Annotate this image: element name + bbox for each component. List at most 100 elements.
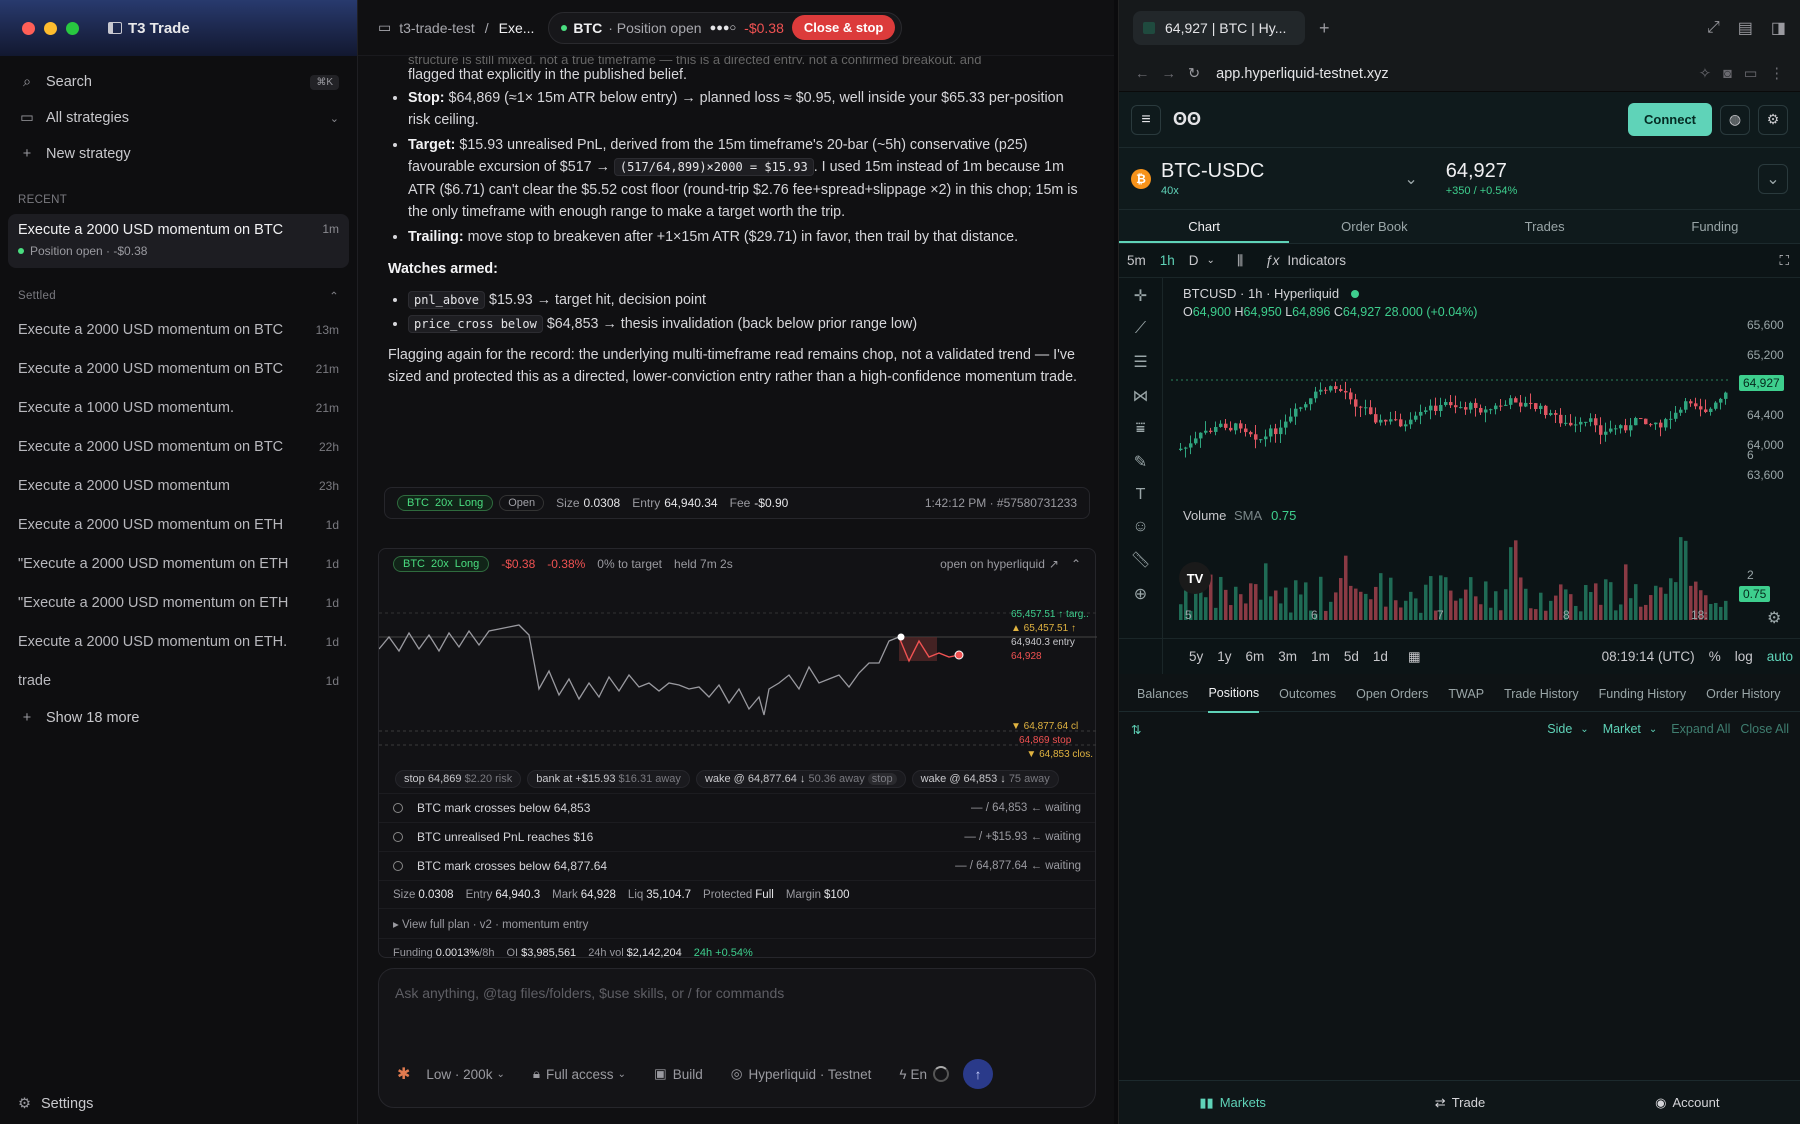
settled-strategy-item[interactable]: Execute a 2000 USD momentum on ETH. 1d — [0, 622, 357, 661]
range-button[interactable]: 6m — [1246, 649, 1265, 664]
expand-all-button[interactable]: Expand All — [1671, 722, 1730, 736]
chevron-down-icon[interactable]: ⌄ — [1207, 255, 1215, 266]
interval-d[interactable]: D — [1189, 253, 1199, 268]
range-button[interactable]: 3m — [1278, 649, 1297, 664]
account-tab[interactable]: Trade History — [1504, 676, 1579, 712]
interval-1h[interactable]: 1h — [1160, 253, 1175, 268]
account-tab[interactable]: Funding History — [1599, 676, 1687, 712]
projection-icon[interactable]: ⩸ — [1119, 420, 1162, 438]
nav-account[interactable]: ◉ Account — [1574, 1081, 1800, 1124]
show-more-button[interactable]: + Show 18 more — [0, 700, 357, 736]
minimize-window-button[interactable] — [44, 21, 57, 35]
build-mode-button[interactable]: Build — [673, 1067, 703, 1082]
menu-icon[interactable]: ≡ — [1131, 104, 1161, 135]
open-on-hyperliquid-link[interactable]: open on hyperliquid — [940, 557, 1045, 571]
chart-settings-icon[interactable]: ⚙ — [1767, 608, 1781, 628]
sidebar-toggle-icon[interactable] — [108, 22, 122, 34]
settled-strategy-item[interactable]: Execute a 2000 USD momentum on ETH 1d — [0, 505, 357, 544]
account-tab[interactable]: Outcomes — [1279, 676, 1336, 712]
globe-icon[interactable]: ◍ — [1720, 104, 1750, 135]
venue-selector[interactable]: Hyperliquid · Testnet — [749, 1067, 872, 1082]
indicators-button[interactable]: Indicators — [1287, 253, 1346, 268]
settled-section-label[interactable]: Settled ⌃ — [0, 282, 357, 310]
range-button[interactable]: 5y — [1189, 649, 1203, 664]
expand-market-button[interactable]: ⌄ — [1758, 163, 1788, 194]
search-button[interactable]: ⌕ Search ⌘K — [0, 64, 357, 100]
account-tab[interactable]: Open Orders — [1356, 676, 1428, 712]
nav-markets[interactable]: ▮▮ Markets — [1119, 1081, 1346, 1124]
thread-breadcrumb[interactable]: Exe... — [499, 20, 535, 36]
percent-toggle[interactable]: % — [1709, 649, 1721, 664]
crosshair-icon[interactable]: ✛ — [1119, 286, 1162, 306]
env-selector[interactable]: En — [911, 1067, 928, 1082]
zoom-window-button[interactable] — [66, 21, 79, 35]
access-selector[interactable]: Full access — [546, 1067, 614, 1082]
prompt-input[interactable]: Ask anything, @tag files/folders, $use s… — [379, 969, 1095, 1059]
settled-strategy-item[interactable]: trade 1d — [0, 661, 357, 700]
settled-strategy-item[interactable]: "Execute a 2000 USD momentum on ETH 1d — [0, 544, 357, 583]
nav-trade[interactable]: ⇄ Trade — [1346, 1081, 1573, 1124]
auto-toggle[interactable]: auto — [1767, 649, 1793, 664]
new-strategy-button[interactable]: + New strategy — [0, 136, 357, 172]
new-tab-button[interactable]: + — [1319, 18, 1330, 39]
sort-icon[interactable]: ⇅ — [1131, 722, 1141, 737]
text-icon[interactable]: T — [1119, 486, 1162, 504]
watch-row[interactable]: BTC mark crosses below 64,853 — / 64,853 … — [379, 793, 1095, 822]
pair-selector[interactable]: BTC-USDC 40x — [1161, 160, 1264, 197]
watch-row[interactable]: BTC unrealised PnL reaches $16 — / +$15.9… — [379, 822, 1095, 851]
market-filter[interactable]: Market — [1603, 722, 1641, 736]
market-tab[interactable]: Order Book — [1289, 210, 1459, 243]
reload-icon[interactable]: ↻ — [1188, 66, 1200, 82]
layout-icon[interactable]: ▤ — [1738, 18, 1753, 38]
emoji-icon[interactable]: ☺ — [1119, 518, 1162, 536]
expand-icon[interactable]: ⤢ — [1707, 19, 1720, 37]
zoom-in-icon[interactable]: ⊕ — [1119, 584, 1162, 604]
sidebar-panel-icon[interactable]: ◨ — [1771, 18, 1786, 38]
market-tab[interactable]: Chart — [1119, 210, 1290, 243]
account-tab[interactable]: Positions — [1208, 675, 1260, 713]
calendar-icon[interactable]: ▦ — [1408, 649, 1421, 665]
candle-type-icon[interactable]: ⫼ — [1237, 253, 1243, 269]
browser-tab[interactable]: 64,927 | BTC | Hy... — [1133, 11, 1305, 45]
account-tab[interactable]: TWAP — [1448, 676, 1484, 712]
settings-button[interactable]: ⚙ Settings — [18, 1096, 93, 1112]
hyperliquid-logo-icon[interactable]: ʘʘ — [1173, 109, 1201, 130]
ruler-icon[interactable]: 📏︎ — [1119, 550, 1162, 570]
market-tab[interactable]: Trades — [1460, 210, 1630, 243]
settled-strategy-item[interactable]: Execute a 2000 USD momentum on BTC 13m — [0, 310, 357, 349]
view-full-plan-toggle[interactable]: ▸ View full plan · v2 · momentum entry — [379, 908, 1095, 938]
collapse-icon[interactable]: ⌃ — [1071, 557, 1081, 571]
trendline-icon[interactable]: ⟋ — [1119, 320, 1162, 338]
log-toggle[interactable]: log — [1735, 649, 1753, 664]
fullscreen-icon[interactable]: ⛶ — [1780, 253, 1789, 269]
brush-icon[interactable]: ✎ — [1119, 452, 1162, 472]
all-strategies-dropdown[interactable]: ▭ All strategies ⌄ — [0, 100, 357, 136]
close-window-button[interactable] — [22, 21, 35, 35]
interval-5m[interactable]: 5m — [1127, 253, 1146, 268]
model-selector[interactable]: Low · 200k — [426, 1067, 492, 1082]
close-all-button[interactable]: Close All — [1740, 722, 1789, 736]
range-button[interactable]: 5d — [1344, 649, 1359, 664]
range-button[interactable]: 1d — [1373, 649, 1388, 664]
close-and-stop-button[interactable]: Close & stop — [791, 15, 896, 40]
picture-in-picture-icon[interactable]: ▭ — [1744, 66, 1758, 82]
position-status-pill[interactable]: BTC · Position open ●●●○ -$0.38 Close & … — [548, 11, 903, 44]
pattern-icon[interactable]: ⋈ — [1119, 386, 1162, 406]
settled-strategy-item[interactable]: Execute a 2000 USD momentum on BTC 22h — [0, 427, 357, 466]
range-button[interactable]: 1y — [1217, 649, 1231, 664]
back-icon[interactable]: ← — [1135, 66, 1150, 82]
forward-icon[interactable]: → — [1162, 66, 1177, 82]
active-strategy-item[interactable]: Execute a 2000 USD momentum on BTC 1m Pos… — [8, 214, 349, 268]
watch-row[interactable]: BTC mark crosses below 64,877.64 — / 64,8… — [379, 851, 1095, 880]
settled-strategy-item[interactable]: "Execute a 2000 USD momentum on ETH 1d — [0, 583, 357, 622]
account-tab[interactable]: Order History — [1706, 676, 1780, 712]
settings-gear-icon[interactable]: ⚙ — [1758, 104, 1788, 135]
market-tab[interactable]: Funding — [1630, 210, 1800, 243]
chevron-down-icon[interactable]: ⌄ — [1404, 169, 1417, 189]
settled-strategy-item[interactable]: Execute a 2000 USD momentum 23h — [0, 466, 357, 505]
range-button[interactable]: 1m — [1311, 649, 1330, 664]
sparkle-icon[interactable]: ✧ — [1699, 66, 1711, 82]
camera-icon[interactable]: ◙ — [1723, 66, 1732, 82]
send-button[interactable]: ↑ — [963, 1059, 994, 1089]
project-breadcrumb[interactable]: t3-trade-test — [399, 20, 474, 36]
